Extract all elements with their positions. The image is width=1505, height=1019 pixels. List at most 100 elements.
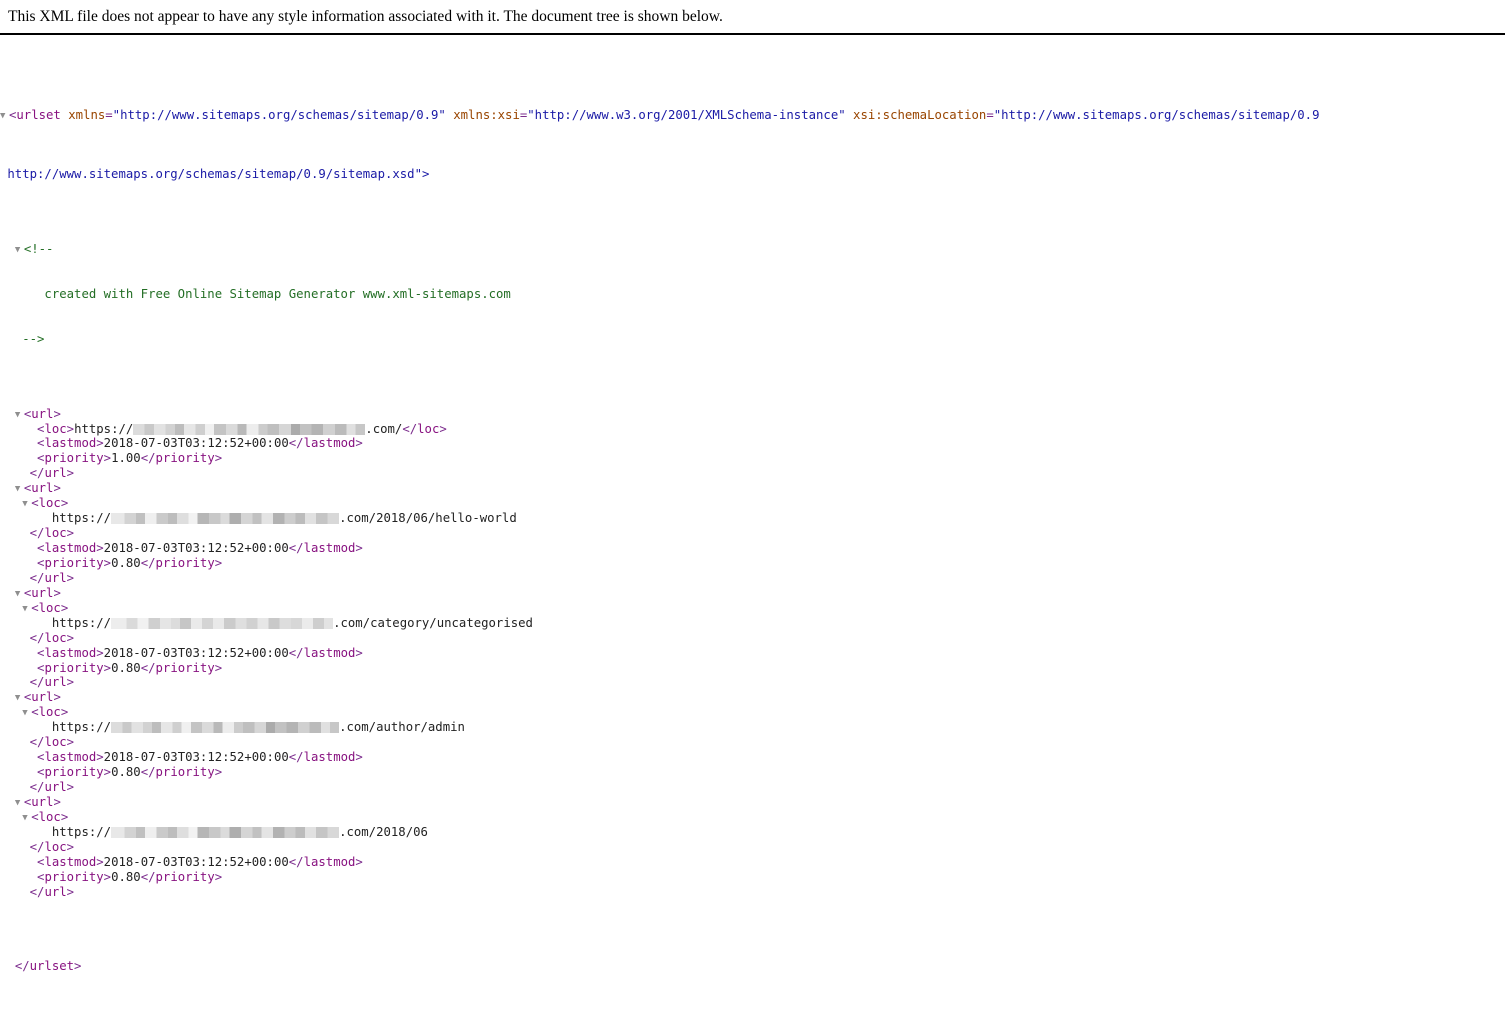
priority-value: 0.80 [111, 660, 141, 675]
xml-line-lastmod: <lastmod>2018-07-03T03:12:52+00:00</last… [37, 541, 363, 556]
tag-name-lastmod: lastmod [44, 436, 97, 451]
tag-name-loc-close: loc [44, 735, 67, 750]
xml-line-url-close: </url> [29, 884, 75, 899]
loc-prefix: https:// [74, 421, 134, 436]
lastmod-value: 2018-07-03T03:12:52+00:00 [103, 854, 289, 869]
lastmod-value: 2018-07-03T03:12:52+00:00 [103, 750, 289, 765]
xml-line-lastmod: <lastmod>2018-07-03T03:12:52+00:00</last… [37, 854, 363, 869]
tag-name-lastmod: lastmod [44, 645, 97, 660]
twisty-icon-url-1[interactable]: ▼ [15, 482, 24, 497]
xml-line-root-close: </urlset> [14, 959, 82, 974]
tag-name-urlset-close: urlset [29, 959, 75, 974]
xml-line-url-open: ▼ <url> [14, 794, 61, 811]
priority-value: 1.00 [111, 451, 141, 466]
twisty-icon-loc-4[interactable]: ▼ [22, 811, 31, 826]
redacted-domain [111, 722, 340, 734]
loc-suffix: .com/author/admin [339, 720, 465, 735]
xml-document-tree: ▼ <urlset xmlns="http://www.sitemaps.org/… [0, 35, 1505, 1019]
twisty-icon-url-2[interactable]: ▼ [15, 587, 24, 602]
xml-line-loc: <loc>https://.com/</loc> [37, 421, 447, 436]
tag-name-url: url [31, 406, 54, 421]
twisty-icon-url-4[interactable]: ▼ [15, 796, 24, 811]
tag-name-lastmod-close: lastmod [303, 541, 356, 556]
priority-value: 0.80 [111, 765, 141, 780]
twisty-icon-urlset[interactable]: ▼ [0, 109, 9, 124]
tag-name-priority: priority [44, 555, 104, 570]
tag-name-loc: loc [38, 705, 61, 720]
xml-line-url-open: ▼ <url> [14, 690, 61, 706]
twisty-icon-loc-3[interactable]: ▼ [22, 706, 31, 721]
xml-line-lastmod: <lastmod>2018-07-03T03:12:52+00:00</last… [37, 750, 363, 765]
tag-name-priority: priority [44, 765, 104, 780]
tag-name-url: url [31, 585, 54, 600]
loc-prefix: https:// [51, 511, 112, 526]
comment-close: --> [22, 331, 45, 346]
xml-line-url-close: </url> [29, 570, 75, 585]
xml-line-priority: <priority>0.80</priority> [37, 869, 223, 884]
tag-name-urlset: urlset [16, 107, 61, 122]
xml-line-priority: <priority>1.00</priority> [37, 451, 223, 466]
loc-prefix: https:// [51, 824, 112, 839]
priority-value: 0.80 [111, 869, 141, 884]
attr-value-schemalocation: "http://www.sitemaps.org/schemas/sitemap… [993, 107, 1320, 122]
attr-name-xmlns: xmlns [68, 107, 106, 122]
xml-line-url-open: ▼ <url> [14, 406, 61, 423]
tag-name-loc: loc [38, 496, 61, 511]
xml-line-comment-close: --> [0, 332, 1505, 347]
xml-line-loc-text: https:// .com/category/uncategorised [0, 616, 1505, 631]
xml-line-loc-text: https:// .com/author/admin [0, 720, 1505, 735]
xml-style-notice: This XML file does not appear to have an… [8, 8, 723, 25]
tag-name-priority-close: priority [155, 555, 215, 570]
tag-name-lastmod: lastmod [44, 541, 97, 556]
tag-name-priority: priority [44, 660, 104, 675]
xml-line-url-close: </url> [29, 780, 75, 795]
xml-line-url-open: ▼ <url> [14, 481, 61, 497]
redacted-domain [111, 513, 340, 525]
tag-name-loc-close: loc [44, 526, 67, 541]
twisty-icon-loc-2[interactable]: ▼ [22, 602, 31, 617]
tag-name-lastmod-close: lastmod [303, 645, 356, 660]
twisty-icon-url-0[interactable]: ▼ [15, 408, 24, 423]
xml-line-lastmod: <lastmod>2018-07-03T03:12:52+00:00</last… [37, 645, 363, 660]
xml-line-priority: <priority>0.80</priority> [37, 765, 223, 780]
tag-name-url: url [31, 690, 54, 705]
tag-name-loc-close: loc [417, 421, 440, 436]
attr-value-xmlns-xsi: "http://www.w3.org/2001/XMLSchema-instan… [527, 107, 846, 122]
tag-name-priority-close: priority [155, 660, 215, 675]
xml-line-loc-close: </loc> [29, 630, 75, 645]
loc-suffix: .com/ [365, 421, 403, 436]
redacted-domain [111, 617, 334, 629]
tag-name-lastmod: lastmod [44, 854, 97, 869]
redacted-domain [133, 423, 366, 435]
tag-name-loc: loc [38, 809, 61, 824]
xml-line-loc-text: https:// .com/2018/06/hello-world [0, 511, 1505, 526]
tag-name-lastmod-close: lastmod [303, 854, 356, 869]
twisty-icon-url-3[interactable]: ▼ [15, 691, 24, 706]
xml-line-url-close: </url> [29, 466, 75, 481]
tag-name-lastmod-close: lastmod [303, 750, 356, 765]
xml-line-loc-text: https:// .com/2018/06 [0, 825, 1505, 840]
xml-line-loc-close: </loc> [29, 526, 75, 541]
tag-name-url: url [31, 794, 54, 809]
xml-line-loc-open: ▼ <loc> [22, 496, 69, 512]
xml-line-loc-open: ▼ <loc> [22, 600, 69, 617]
loc-suffix: .com/category/uncategorised [333, 615, 533, 630]
tag-name-url-close: url [44, 570, 67, 585]
tag-name-loc: loc [44, 421, 67, 436]
loc-suffix: .com/2018/06 [339, 824, 428, 839]
attr-value-xmlns: "http://www.sitemaps.org/schemas/sitemap… [112, 107, 446, 122]
tag-name-priority: priority [44, 869, 104, 884]
tag-name-priority-close: priority [155, 765, 215, 780]
twisty-icon-loc-1[interactable]: ▼ [22, 497, 31, 512]
xml-line-priority: <priority>0.80</priority> [37, 660, 223, 675]
xml-line-root-open: ▼ <urlset xmlns="http://www.sitemaps.org/… [0, 107, 1320, 124]
loc-prefix: https:// [51, 720, 112, 735]
xml-viewer-page: This XML file does not appear to have an… [0, 0, 1505, 1019]
twisty-icon-comment[interactable]: ▼ [15, 243, 24, 258]
loc-suffix: .com/2018/06/hello-world [339, 511, 517, 526]
attr-name-schemalocation: xsi:schemaLocation [853, 107, 987, 122]
lastmod-value: 2018-07-03T03:12:52+00:00 [103, 645, 289, 660]
tag-name-url: url [31, 481, 54, 496]
tag-name-priority-close: priority [155, 451, 215, 466]
xml-line-comment-body: created with Free Online Sitemap Generat… [0, 287, 1505, 302]
